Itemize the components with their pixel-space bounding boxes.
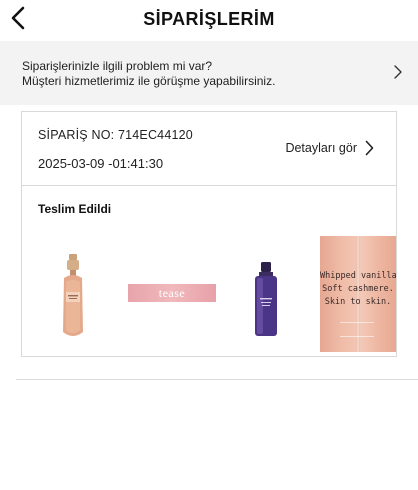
order-header-row: SİPARİŞ NO: 714EC44120 2025-03-09 -01:41… [22, 112, 396, 186]
order-number: SİPARİŞ NO: 714EC44120 [38, 128, 193, 142]
view-details-button[interactable]: Detayları gör [285, 140, 374, 156]
chevron-right-icon [365, 140, 374, 156]
page-title: SİPARİŞLERİM [143, 9, 275, 29]
promo-line-3: Skin to skin. [324, 297, 392, 307]
order-status: Teslim Edildi [38, 202, 112, 216]
product-image-purple-bottle[interactable] [252, 260, 280, 340]
tease-banner: tease [128, 284, 216, 302]
help-line-2: Müşteri hizmetlerimiz ile görüşme yapabi… [22, 74, 276, 88]
order-card: SİPARİŞ NO: 714EC44120 2025-03-09 -01:41… [21, 111, 397, 357]
promo-text: Whipped vanilla Soft cashmere. Skin to s… [320, 270, 396, 309]
help-line-1: Siparişlerinizle ilgili problem mi var? [22, 59, 213, 73]
view-details-label: Detayları gör [285, 141, 357, 155]
customer-service-banner[interactable]: Siparişlerinizle ilgili problem mi var? … [0, 41, 418, 105]
decor-line [340, 322, 374, 323]
tease-logo-text: tease [158, 285, 186, 300]
promo-line-1: Whipped vanilla [320, 271, 396, 281]
chevron-right-icon [394, 65, 402, 79]
top-bar: SİPARİŞLERİM [0, 0, 418, 40]
product-image-cashmere-promo[interactable]: Whipped vanilla Soft cashmere. Skin to s… [320, 236, 396, 352]
product-image-body-mist[interactable] [58, 252, 88, 342]
help-text: Siparişlerinizle ilgili problem mi var? … [22, 59, 275, 89]
promo-line-2: Soft cashmere. [322, 284, 394, 294]
order-date: 2025-03-09 -01:41:30 [38, 156, 164, 171]
section-divider [16, 379, 418, 380]
product-image-tease[interactable]: tease [128, 284, 216, 302]
decor-line [340, 336, 374, 337]
